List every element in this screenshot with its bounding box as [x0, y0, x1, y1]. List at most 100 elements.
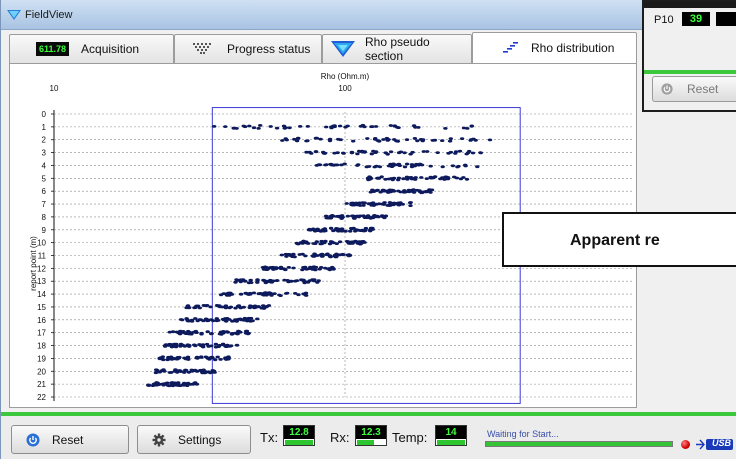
data-point — [345, 124, 350, 128]
y-tick-label: 6 — [42, 187, 47, 196]
data-point — [258, 124, 263, 127]
data-point — [327, 137, 333, 141]
data-point — [199, 355, 204, 359]
status-bar: Reset Settings Tx: 12.8 Rx: 12.3 Temp: 1… — [1, 416, 736, 459]
data-point — [234, 127, 239, 130]
data-point — [165, 384, 171, 387]
overlay-reset-label: Reset — [687, 82, 719, 96]
data-point — [418, 138, 424, 141]
data-point — [404, 175, 410, 179]
data-point — [478, 151, 483, 155]
data-point — [428, 164, 433, 168]
data-point — [268, 125, 273, 128]
tab-label: Rho pseudo section — [364, 35, 430, 63]
tx-value: 12.8 — [284, 426, 314, 439]
settings-button[interactable]: Settings — [137, 425, 251, 454]
data-point — [325, 252, 330, 256]
data-point — [183, 331, 189, 334]
data-point — [467, 149, 472, 153]
data-point — [206, 345, 211, 348]
data-point — [284, 138, 289, 142]
data-point — [198, 344, 203, 347]
data-point — [349, 203, 354, 207]
data-point — [371, 149, 376, 153]
data-point — [310, 268, 315, 271]
tx-meter: 12.8 — [283, 425, 315, 446]
data-point — [185, 304, 190, 308]
data-point — [262, 279, 268, 283]
data-point — [215, 355, 220, 359]
tab-progress-status[interactable]: Progress status — [174, 34, 322, 63]
data-point — [326, 267, 331, 271]
data-point — [243, 291, 248, 295]
data-point — [273, 266, 279, 270]
data-point — [168, 355, 174, 359]
data-point — [402, 151, 407, 155]
data-point — [199, 331, 204, 335]
data-point — [380, 215, 385, 218]
data-point — [396, 189, 401, 193]
data-point — [355, 214, 360, 218]
data-point — [193, 317, 198, 320]
data-point — [233, 318, 238, 322]
data-point — [170, 330, 176, 334]
data-point — [169, 343, 174, 346]
data-point — [336, 137, 341, 141]
data-point — [269, 294, 274, 297]
data-point — [447, 139, 453, 143]
usb-icon: USB — [695, 438, 735, 451]
data-point — [170, 384, 175, 388]
data-point — [452, 175, 457, 179]
overlay-reset-button[interactable]: Reset — [652, 76, 736, 102]
tab-label: Acquisition — [81, 42, 140, 56]
data-point — [256, 305, 261, 308]
data-point — [444, 175, 449, 179]
data-point — [442, 178, 447, 181]
data-point — [322, 228, 328, 232]
tab-acquisition[interactable]: 611.78 Acquisition — [9, 34, 174, 63]
data-point — [412, 137, 418, 140]
data-point — [348, 229, 353, 233]
data-point — [475, 165, 480, 169]
y-tick-label: 20 — [37, 367, 46, 376]
reset-button[interactable]: Reset — [11, 425, 129, 454]
data-point — [255, 281, 260, 284]
power-icon — [26, 433, 40, 446]
data-point — [373, 125, 379, 128]
data-point — [414, 162, 419, 166]
title-bar: FieldView — [1, 0, 736, 30]
data-point — [158, 356, 163, 360]
data-point — [230, 332, 235, 335]
y-tick-label: 13 — [37, 277, 46, 286]
rx-meter: 12.3 — [355, 425, 387, 446]
data-point — [295, 242, 300, 246]
data-point — [248, 304, 253, 308]
data-point — [271, 279, 276, 283]
tab-rho-pseudo-section[interactable]: Rho pseudo section — [322, 34, 472, 63]
data-point — [328, 240, 334, 243]
data-point — [470, 151, 476, 155]
data-point — [396, 178, 401, 182]
data-point — [401, 177, 406, 181]
data-point — [226, 357, 231, 361]
point-row — [184, 304, 272, 310]
data-point — [242, 279, 248, 283]
tab-bar: 611.78 Acquisition Progress status Rho p… — [9, 32, 639, 64]
data-point — [344, 240, 350, 243]
data-point — [248, 292, 253, 296]
data-point — [409, 177, 415, 181]
data-point — [387, 201, 393, 204]
data-point — [356, 240, 361, 244]
point-row — [344, 201, 413, 208]
data-point — [424, 190, 429, 194]
data-point — [409, 165, 415, 169]
data-point — [351, 139, 356, 143]
data-point — [319, 242, 324, 246]
data-point — [349, 227, 354, 231]
data-point — [453, 152, 458, 155]
data-point — [440, 165, 445, 169]
point-row — [365, 175, 470, 182]
data-point — [153, 371, 159, 375]
point-row — [279, 252, 353, 259]
tab-rho-distribution[interactable]: Rho distribution — [472, 32, 637, 63]
